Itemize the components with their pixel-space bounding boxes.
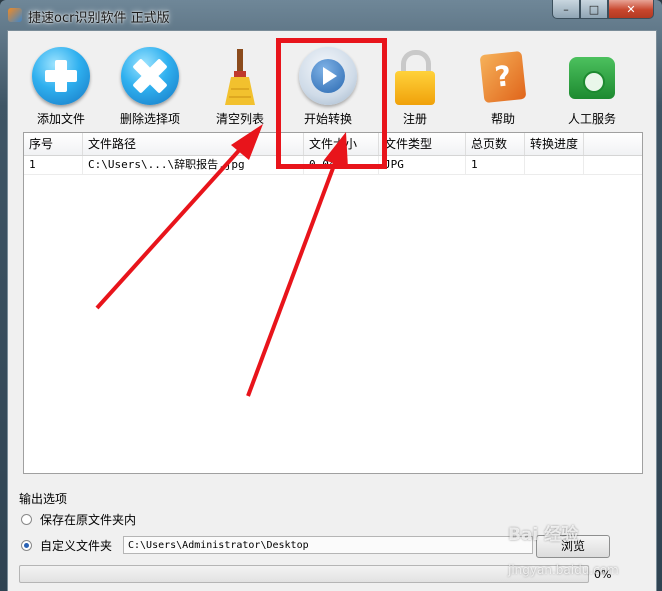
watermark-logo: Bai 经验 <box>508 525 579 545</box>
arrow-to-start-convert <box>246 132 348 397</box>
annotation-arrows <box>95 124 348 397</box>
watermark-url: jingyan.baidu.com <box>508 563 619 577</box>
arrow-to-clear-list <box>95 124 263 310</box>
